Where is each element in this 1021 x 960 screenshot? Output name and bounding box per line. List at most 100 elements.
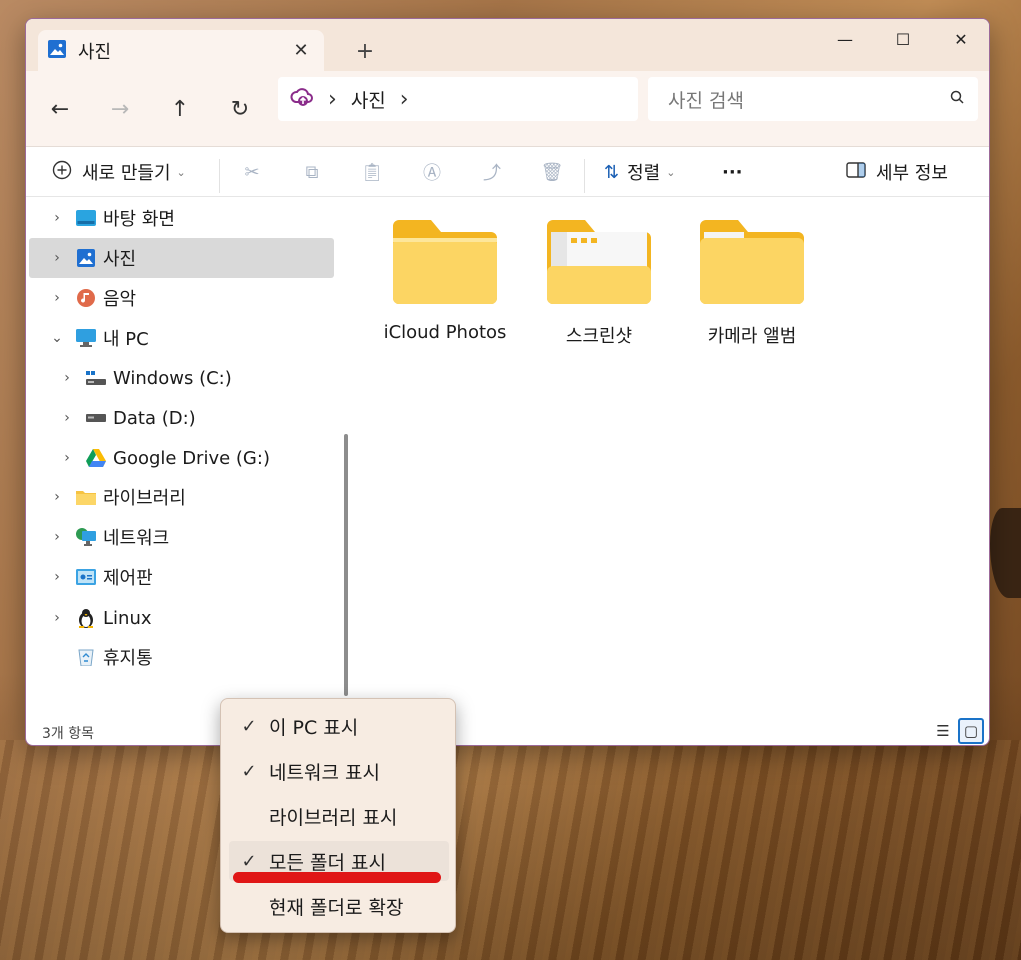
chevron-right-icon[interactable]: ›	[47, 290, 67, 306]
forward-arrow-icon[interactable]: →	[104, 93, 136, 125]
more-icon: ···	[722, 161, 743, 183]
copy-icon[interactable]: ⧉	[296, 155, 328, 189]
navigation-bar: ← → ↑ ↻ › 사진 › 사진 검색	[26, 71, 989, 147]
more-options-button[interactable]: ···	[722, 155, 743, 189]
details-pane-button[interactable]: 세부 정보	[846, 155, 948, 189]
breadcrumb-chevron-icon[interactable]: ›	[400, 87, 409, 112]
sidebar-item-desktop[interactable]: › 바탕 화면	[29, 198, 334, 238]
divider	[219, 159, 220, 193]
cut-icon[interactable]: ✂	[236, 155, 268, 189]
back-arrow-icon[interactable]: ←	[44, 93, 76, 125]
details-pane-label: 세부 정보	[876, 163, 948, 184]
menu-item-show-libraries[interactable]: 라이브러리 표시	[229, 796, 449, 836]
sidebar-item-network[interactable]: › 네트워크	[29, 517, 334, 557]
large-icons-view-icon[interactable]: ▢	[958, 718, 984, 744]
google-drive-icon	[85, 449, 107, 467]
delete-icon[interactable]: 🗑︎	[536, 155, 568, 189]
minimize-button[interactable]: —	[816, 23, 874, 55]
rename-icon[interactable]: Ⓐ	[416, 155, 448, 189]
menu-item-show-network[interactable]: ✓ 네트워크 표시	[229, 751, 449, 791]
search-placeholder: 사진 검색	[668, 89, 744, 112]
breadcrumb-pictures[interactable]: 사진	[351, 86, 386, 113]
close-window-button[interactable]: ✕	[932, 23, 989, 55]
chevron-right-icon[interactable]: ›	[47, 610, 67, 626]
chevron-down-icon: ⌄	[666, 165, 676, 179]
sidebar-item-drive-c[interactable]: › Windows (C:)	[29, 358, 334, 398]
details-pane-icon	[846, 161, 866, 183]
sidebar-item-this-pc[interactable]: ⌄ 내 PC	[29, 318, 334, 358]
maximize-button[interactable]: ☐	[874, 23, 932, 55]
sort-button[interactable]: ⇅ 정렬 ⌄	[604, 155, 675, 189]
recycle-bin-icon	[75, 648, 97, 666]
item-count: 3개 항목	[42, 725, 94, 742]
sidebar-item-pictures[interactable]: › 사진	[29, 238, 334, 278]
sidebar-item-label: Data (D:)	[113, 407, 196, 429]
pictures-icon	[48, 39, 66, 62]
drive-c-icon	[85, 369, 107, 387]
chevron-down-icon[interactable]: ⌄	[47, 330, 67, 346]
chevron-right-icon[interactable]: ›	[57, 450, 77, 466]
folder-icon	[698, 220, 806, 308]
title-bar: 사진 ✕ + — ☐ ✕	[26, 19, 989, 71]
folder-with-preview-icon	[545, 220, 653, 308]
chevron-down-icon: ⌄	[176, 165, 186, 179]
menu-item-label: 라이브러리 표시	[269, 806, 398, 829]
network-icon	[75, 528, 97, 546]
breadcrumb-chevron-icon[interactable]: ›	[328, 87, 337, 112]
pictures-icon	[75, 249, 97, 267]
sidebar-item-label: 바탕 화면	[103, 209, 175, 230]
search-icon[interactable]	[950, 90, 964, 108]
new-button[interactable]: 새로 만들기 ⌄	[52, 155, 186, 189]
linux-icon	[75, 609, 97, 628]
sidebar-item-label: 휴지통	[103, 648, 153, 669]
menu-item-label: 모든 폴더 표시	[269, 851, 386, 874]
folder-item[interactable]: 스크린샷	[529, 220, 669, 370]
sidebar-item-recycle-bin[interactable]: 휴지통	[29, 637, 334, 677]
folder-item[interactable]: iCloud Photos	[375, 220, 515, 370]
chevron-right-icon[interactable]: ›	[47, 210, 67, 226]
folder-item[interactable]: 카메라 앨범	[682, 220, 822, 370]
plus-circle-icon	[52, 160, 72, 185]
menu-item-label: 현재 폴더로 확장	[269, 896, 404, 919]
tab-title: 사진	[78, 41, 112, 63]
sidebar-item-label: 제어판	[103, 568, 153, 589]
refresh-icon[interactable]: ↻	[224, 93, 256, 125]
divider	[584, 159, 585, 193]
sidebar-item-google-drive[interactable]: › Google Drive (G:)	[29, 438, 334, 478]
details-view-icon[interactable]: ☰	[930, 718, 956, 744]
sidebar-item-linux[interactable]: › Linux	[29, 598, 334, 638]
close-tab-icon[interactable]: ✕	[286, 36, 316, 66]
share-icon[interactable]: ⤴	[476, 155, 508, 189]
sidebar-item-control-panel[interactable]: › 제어판	[29, 557, 334, 597]
new-tab-button[interactable]: +	[352, 38, 378, 64]
address-bar[interactable]: › 사진 ›	[278, 77, 638, 121]
desktop-background	[0, 740, 1021, 960]
chevron-right-icon[interactable]: ›	[57, 410, 77, 426]
chevron-right-icon[interactable]: ›	[57, 370, 77, 386]
checkmark-icon: ✓	[241, 850, 257, 872]
menu-item-expand-to-current-folder[interactable]: 현재 폴더로 확장	[229, 886, 449, 926]
drive-icon	[85, 409, 107, 427]
sidebar-item-label: 라이브러리	[103, 488, 186, 509]
sidebar-item-label: 네트워크	[103, 528, 170, 549]
chevron-right-icon[interactable]: ›	[47, 529, 67, 545]
menu-item-show-this-pc[interactable]: ✓ 이 PC 표시	[229, 706, 449, 746]
file-list: iCloud Photos 스크린샷 카메라 앨범	[358, 198, 989, 718]
cloud-sync-icon	[290, 86, 314, 112]
chevron-right-icon[interactable]: ›	[47, 250, 67, 266]
chevron-right-icon[interactable]: ›	[47, 569, 67, 585]
paste-icon[interactable]: 📋︎	[356, 155, 388, 189]
chevron-right-icon[interactable]: ›	[47, 489, 67, 505]
sidebar-item-music[interactable]: › 음악	[29, 278, 334, 318]
up-arrow-icon[interactable]: ↑	[164, 93, 196, 125]
search-input[interactable]: 사진 검색	[648, 77, 978, 121]
desktop-icon	[75, 209, 97, 227]
sidebar-item-drive-d[interactable]: › Data (D:)	[29, 398, 334, 438]
sidebar-item-library[interactable]: › 라이브러리	[29, 477, 334, 517]
tab-pictures[interactable]: 사진 ✕	[38, 30, 324, 71]
sidebar-scrollbar[interactable]	[344, 434, 348, 696]
red-annotation-underline	[233, 872, 441, 883]
desktop-wallpaper-fragment	[990, 508, 1021, 598]
pc-icon	[75, 329, 97, 347]
sidebar-item-label: Windows (C:)	[113, 367, 232, 389]
